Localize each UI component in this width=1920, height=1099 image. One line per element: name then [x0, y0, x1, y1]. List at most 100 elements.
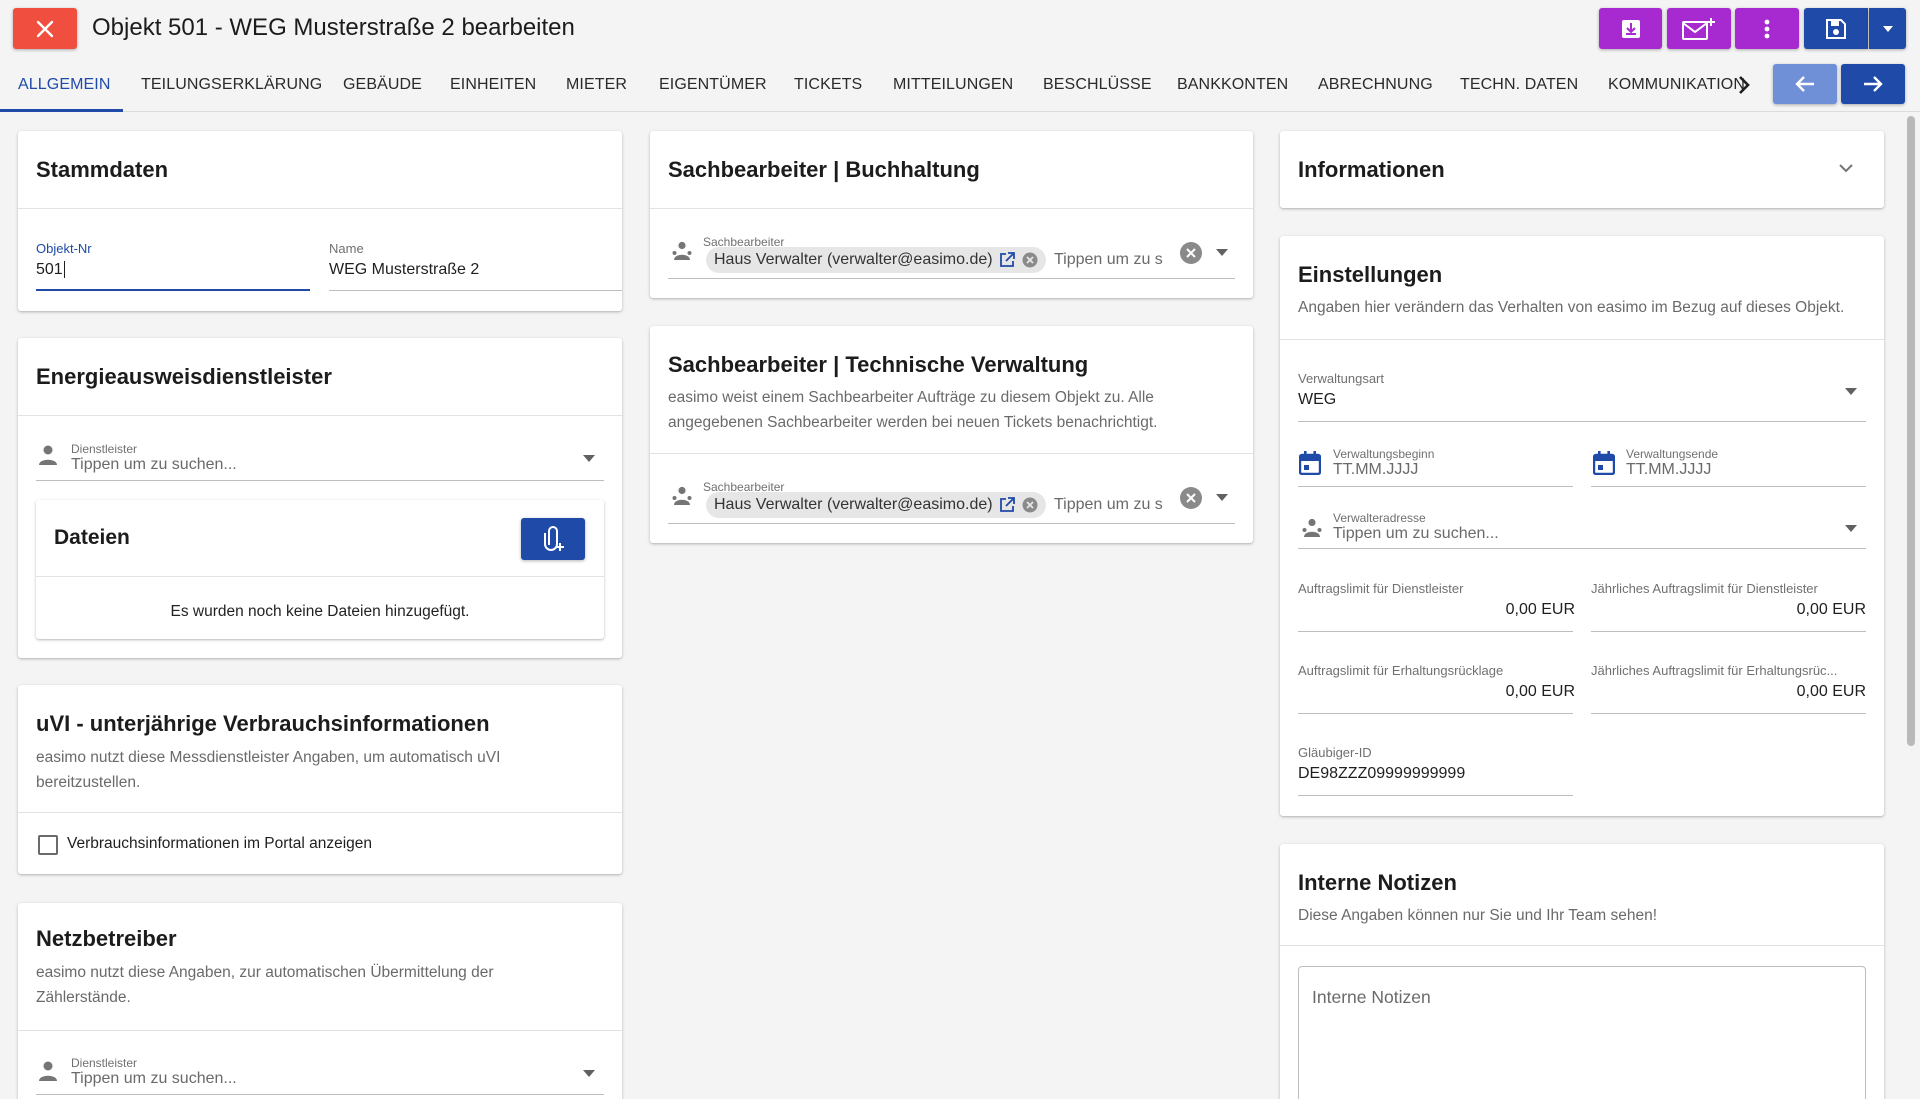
card-subtitle: Diese Angaben können nur Sie und Ihr Tea… [1298, 907, 1658, 924]
previous-button[interactable] [1773, 64, 1837, 104]
page-title: Objekt 501 - WEG Musterstraße 2 bearbeit… [92, 14, 575, 41]
card-subtitle: easimo nutzt diese Angaben, zur automati… [36, 964, 494, 1006]
name-input[interactable]: WEG Musterstraße 2 [329, 261, 479, 279]
sachbearbeiter-search-input[interactable]: Tippen um zu s [1054, 496, 1163, 514]
jaehrliches-limit-dienstleister-label: Jährliches Auftragslimit für Dienstleist… [1591, 581, 1818, 596]
tab-mitteilungen[interactable]: MITTEILUNGEN [893, 58, 1013, 112]
dropdown-arrow-icon[interactable] [1845, 525, 1857, 532]
tab-beschluesse[interactable]: BESCHLÜSSE [1043, 58, 1152, 112]
jaehrliches-limit-erhaltung-label: Jährliches Auftragslimit für Erhaltungsr… [1591, 663, 1838, 678]
tab-kommunikation[interactable]: KOMMUNIKATION [1608, 58, 1745, 112]
card-title: Interne Notizen [1298, 870, 1457, 895]
tab-gebaeude[interactable]: GEBÄUDE [343, 58, 422, 112]
close-icon [36, 20, 54, 37]
name-label: Name [329, 241, 364, 256]
tab-techn-daten[interactable]: TECHN. DATEN [1460, 58, 1578, 112]
informationen-card[interactable]: Informationen [1280, 131, 1884, 208]
more-vert-icon [1764, 19, 1770, 38]
tab-eigentuemer[interactable]: EIGENTÜMER [659, 58, 767, 112]
verbrauch-checkbox[interactable] [38, 835, 58, 855]
tab-tickets[interactable]: TICKETS [794, 58, 862, 112]
verwaltungsbeginn-underline [1298, 486, 1573, 487]
tab-einheiten[interactable]: EINHEITEN [450, 58, 536, 112]
chip-remove-icon[interactable] [1022, 497, 1038, 513]
dropdown-arrow-icon[interactable] [1216, 494, 1228, 501]
sachbearbeiter-chip[interactable]: Haus Verwalter (verwalter@easimo.de) [706, 492, 1046, 518]
card-header: uVI - unterjährige Verbrauchsinformation… [18, 685, 622, 813]
verwaltungsart-underline [1298, 421, 1866, 422]
dienstleister-underline [36, 480, 604, 481]
dropdown-arrow-icon[interactable] [583, 1070, 595, 1077]
verwaltungsart-select[interactable]: WEG [1298, 391, 1336, 409]
auftragslimit-dienstleister-input[interactable]: 0,00 EUR [1506, 601, 1575, 619]
card-title: Einstellungen [1298, 262, 1443, 287]
verwaltungsbeginn-input[interactable]: TT.MM.JJJJ [1333, 461, 1418, 479]
chip-label: Haus Verwalter (verwalter@easimo.de) [714, 496, 993, 513]
verwaltungsende-input[interactable]: TT.MM.JJJJ [1626, 461, 1711, 479]
people-icon [672, 486, 692, 505]
clear-icon[interactable] [1179, 486, 1203, 510]
dateien-title: Dateien [54, 526, 130, 549]
card-header: Energieausweisdienstleister [18, 338, 622, 416]
person-icon [39, 445, 57, 465]
tab-scroll-right[interactable] [1738, 58, 1750, 112]
open-external-icon[interactable] [999, 497, 1015, 513]
chevron-right-icon [1739, 76, 1750, 94]
dropdown-arrow-icon[interactable] [583, 455, 595, 462]
glaeubiger-id-underline [1298, 795, 1573, 796]
save-icon [1826, 18, 1846, 39]
tab-mieter[interactable]: MIETER [566, 58, 627, 112]
card-subtitle: easimo nutzt diese Messdienstleister Ang… [36, 749, 501, 791]
jaehrliches-limit-dienstleister-input[interactable]: 0,00 EUR [1797, 601, 1866, 619]
save-button[interactable] [1804, 8, 1868, 49]
calendar-icon[interactable] [1299, 451, 1321, 475]
attach-file-button[interactable] [521, 518, 585, 560]
download-button[interactable] [1599, 8, 1662, 49]
interne-notizen-textarea[interactable]: Interne Notizen [1298, 966, 1866, 1099]
tab-abrechnung[interactable]: ABRECHNUNG [1318, 58, 1433, 112]
card-header: Sachbearbeiter | Buchhaltung [650, 131, 1253, 209]
card-header: Stammdaten [18, 131, 622, 209]
card-header: Einstellungen Angaben hier verändern das… [1280, 236, 1884, 340]
more-options-button[interactable] [1735, 8, 1799, 49]
energieausweis-card: Energieausweisdienstleister Dienstleiste… [18, 338, 622, 658]
auftragslimit-erhaltung-input[interactable]: 0,00 EUR [1506, 683, 1575, 701]
page-scrollbar[interactable] [1907, 116, 1915, 746]
calendar-icon[interactable] [1593, 451, 1615, 475]
sachbearbeiter-chip[interactable]: Haus Verwalter (verwalter@easimo.de) [706, 247, 1046, 273]
send-mail-button[interactable] [1667, 8, 1731, 49]
jaehrliches-limit-erhaltung-input[interactable]: 0,00 EUR [1797, 683, 1866, 701]
objekt-nr-input[interactable]: 501​ [36, 261, 65, 279]
sachbearbeiter-search-input[interactable]: Tippen um zu s [1054, 251, 1163, 269]
tab-bar: ALLGEMEIN TEILUNGSERKLÄRUNG GEBÄUDE EINH… [0, 58, 1920, 112]
dropdown-arrow-icon[interactable] [1216, 249, 1228, 256]
next-button[interactable] [1841, 64, 1905, 104]
dienstleister-input[interactable]: Tippen um zu suchen... [71, 456, 237, 474]
sachbearbeiter-underline [668, 278, 1235, 279]
open-external-icon[interactable] [999, 252, 1015, 268]
people-icon [1302, 518, 1322, 537]
expand-icon[interactable] [1839, 164, 1853, 173]
textarea-placeholder: Interne Notizen [1312, 987, 1431, 1007]
tab-bankkonten[interactable]: BANKKONTEN [1177, 58, 1288, 112]
verwaltungsende-underline [1591, 486, 1866, 487]
jaehrliches-limit-erhaltung-underline [1591, 713, 1866, 714]
verwalteradresse-input[interactable]: Tippen um zu suchen... [1333, 525, 1499, 543]
mail-add-icon [1682, 17, 1715, 40]
glaeubiger-id-input[interactable]: DE98ZZZ09999999999 [1298, 765, 1465, 783]
buchhaltung-card: Sachbearbeiter | Buchhaltung Sachbearbei… [650, 131, 1253, 298]
jaehrliches-limit-dienstleister-underline [1591, 631, 1866, 632]
dienstleister-input[interactable]: Tippen um zu suchen... [71, 1070, 237, 1088]
verbrauch-checkbox-label[interactable]: Verbrauchsinformationen im Portal anzeig… [67, 835, 372, 853]
dropdown-arrow-icon[interactable] [1845, 388, 1857, 395]
chip-remove-icon[interactable] [1022, 252, 1038, 268]
tab-allgemein[interactable]: ALLGEMEIN [18, 58, 111, 112]
clear-icon[interactable] [1179, 241, 1203, 265]
card-title: Sachbearbeiter | Buchhaltung [668, 157, 980, 182]
tab-teilungserklaerung[interactable]: TEILUNGSERKLÄRUNG [141, 58, 322, 112]
text-cursor: ​ [63, 261, 65, 278]
dienstleister-label: Dienstleister [71, 442, 138, 456]
close-button[interactable] [13, 8, 77, 49]
auftragslimit-erhaltung-underline [1298, 713, 1573, 714]
save-options-button[interactable] [1869, 8, 1906, 49]
